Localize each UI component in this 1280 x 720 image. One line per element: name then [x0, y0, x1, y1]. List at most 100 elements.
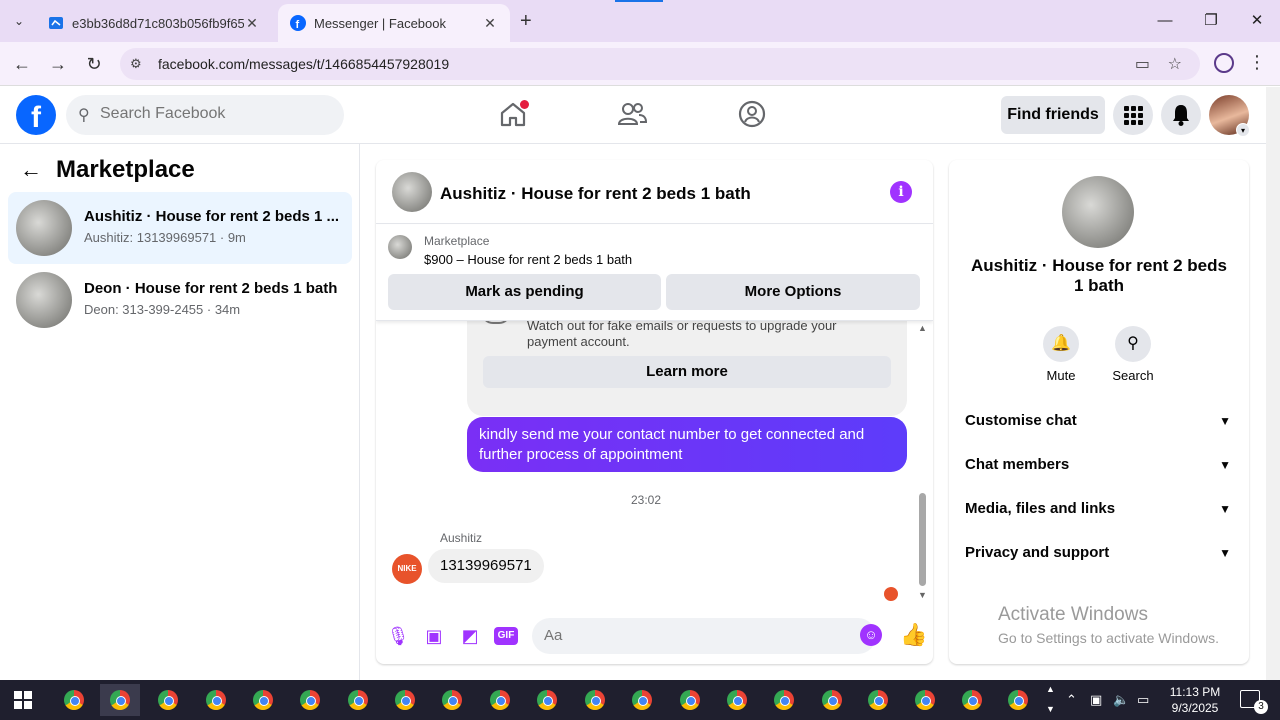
bookmark-star-icon[interactable]: ☆: [1168, 54, 1182, 74]
windows-start-icon[interactable]: [14, 691, 32, 709]
scroll-down-arrow-icon[interactable]: ▼: [918, 590, 927, 600]
chrome-taskbar-icon[interactable]: [622, 684, 662, 716]
chrome-taskbar-icon[interactable]: [670, 684, 710, 716]
scroll-up-arrow-icon[interactable]: ▲: [918, 323, 927, 333]
thumbs-up-icon[interactable]: 👍: [900, 622, 927, 648]
search-input[interactable]: [100, 105, 330, 123]
windows-taskbar: ▲ ▼ ⌃ ▣ 🔈 ▭ 11:13 PM 9/3/2025 3: [0, 680, 1280, 720]
bell-icon: 🔔: [1043, 326, 1079, 362]
chrome-taskbar-icon[interactable]: [100, 684, 140, 716]
home-notification-dot: [520, 100, 529, 109]
more-options-button[interactable]: More Options: [666, 274, 920, 310]
groups-icon[interactable]: [737, 99, 767, 129]
network-icon[interactable]: ▣: [1090, 692, 1102, 708]
emoji-icon[interactable]: ☺: [860, 624, 882, 646]
chrome-taskbar-icon[interactable]: [385, 684, 425, 716]
close-tab-icon[interactable]: ✕: [482, 15, 498, 32]
chrome-taskbar-icon[interactable]: [54, 684, 94, 716]
minimize-icon[interactable]: —: [1152, 8, 1178, 34]
chrome-taskbar-icon[interactable]: [717, 684, 757, 716]
forward-arrow-icon[interactable]: →: [46, 52, 70, 76]
chrome-taskbar-icon[interactable]: [905, 684, 945, 716]
chrome-taskbar-icon[interactable]: [432, 684, 472, 716]
panel-header: ← Marketplace: [20, 156, 195, 184]
media-files-links-section[interactable]: Media, files and links ▼: [965, 495, 1233, 523]
watermark-subtitle: Go to Settings to activate Windows.: [998, 630, 1219, 646]
chrome-taskbar-icon[interactable]: [812, 684, 852, 716]
gif-icon[interactable]: GIF: [494, 627, 518, 645]
microphone-icon[interactable]: 🎙: [386, 624, 410, 648]
facebook-logo[interactable]: f: [16, 95, 56, 135]
chevron-down-icon[interactable]: ▾: [1236, 123, 1250, 137]
new-tab-plus-icon[interactable]: +: [520, 10, 532, 33]
show-hidden-icons-icon[interactable]: ⌃: [1066, 692, 1077, 708]
chat-title[interactable]: Aushitiz · House for rent 2 beds 1 bath: [440, 184, 751, 204]
conversation-name: Deon · House for rent 2 beds 1 bath: [84, 280, 338, 297]
volume-icon[interactable]: 🔈: [1113, 692, 1129, 708]
browser-tab-2[interactable]: f Messenger | Facebook ✕: [278, 4, 510, 42]
browser-tab-1[interactable]: e3bb36d8d71c803b056fb9f656 ✕: [36, 4, 272, 42]
restore-icon[interactable]: ❐: [1198, 8, 1224, 34]
clock-date: 9/3/2025: [1171, 701, 1219, 715]
chrome-taskbar-icon[interactable]: [998, 684, 1038, 716]
browser-toolbar: ← → ↻ ⚙ facebook.com/messages/t/14668544…: [0, 42, 1280, 86]
install-app-icon[interactable]: ▭: [1135, 54, 1150, 74]
taskbar-clock[interactable]: 11:13 PM 9/3/2025: [1160, 684, 1230, 716]
section-label: Customise chat: [965, 412, 1077, 429]
chat-members-section[interactable]: Chat members ▼: [965, 451, 1233, 479]
browser-profile-icon[interactable]: [1214, 53, 1234, 73]
mute-action[interactable]: 🔔 Mute: [1031, 326, 1091, 383]
received-message-bubble[interactable]: 13139969571: [428, 549, 544, 583]
chrome-taskbar-icon[interactable]: [196, 684, 236, 716]
notifications-bell-icon[interactable]: [1161, 95, 1201, 135]
conversation-thumbnail: [16, 272, 72, 328]
learn-more-button[interactable]: Learn more: [483, 356, 891, 388]
sticker-icon[interactable]: ◩: [458, 624, 482, 648]
privacy-support-section[interactable]: Privacy and support ▼: [965, 539, 1233, 567]
friends-icon[interactable]: [617, 99, 647, 129]
conversation-item[interactable]: Aushitiz · House for rent 2 beds 1 ... A…: [8, 192, 352, 264]
facebook-search[interactable]: ⚲: [66, 95, 344, 135]
chrome-taskbar-icon[interactable]: [527, 684, 567, 716]
message-input-box[interactable]: [532, 618, 876, 654]
address-bar[interactable]: ⚙ facebook.com/messages/t/14668544579280…: [120, 48, 1200, 80]
section-label: Privacy and support: [965, 544, 1110, 561]
tab-search-chevron-icon[interactable]: ⌄: [8, 10, 30, 32]
chrome-taskbar-icon[interactable]: [952, 684, 992, 716]
chat-avatar[interactable]: [392, 172, 432, 212]
chat-scrollbar-thumb[interactable]: [919, 493, 926, 586]
sender-avatar[interactable]: NIKE: [392, 554, 422, 584]
mark-as-pending-button[interactable]: Mark as pending: [388, 274, 661, 310]
chrome-taskbar-icon[interactable]: [243, 684, 283, 716]
conversation-name: Aushitiz · House for rent 2 beds 1 ...: [84, 208, 340, 225]
display-icon[interactable]: ▭: [1137, 692, 1149, 708]
sent-message-bubble[interactable]: kindly send me your contact number to ge…: [467, 417, 907, 472]
back-arrow-icon[interactable]: ←: [20, 157, 42, 183]
window-close-icon[interactable]: ✕: [1244, 8, 1270, 34]
search-action[interactable]: ⚲ Search: [1103, 326, 1163, 383]
chrome-taskbar-icon[interactable]: [480, 684, 520, 716]
close-tab-icon[interactable]: ✕: [244, 15, 260, 32]
find-friends-button[interactable]: Find friends: [1001, 96, 1105, 134]
chrome-taskbar-icon[interactable]: [148, 684, 188, 716]
menu-grid-icon[interactable]: [1113, 95, 1153, 135]
photo-icon[interactable]: ▣: [422, 624, 446, 648]
chrome-taskbar-icon[interactable]: [338, 684, 378, 716]
back-arrow-icon[interactable]: ←: [10, 52, 34, 76]
chrome-taskbar-icon[interactable]: [290, 684, 330, 716]
chrome-taskbar-icon[interactable]: [575, 684, 615, 716]
reload-icon[interactable]: ↻: [82, 52, 106, 76]
message-input[interactable]: [544, 627, 814, 644]
page-scrollbar[interactable]: [1266, 87, 1280, 680]
customise-chat-section[interactable]: Customise chat ▼: [965, 407, 1233, 435]
info-icon[interactable]: i: [890, 181, 912, 203]
scroll-up-arrow-icon[interactable]: ▲: [1046, 684, 1055, 694]
chrome-taskbar-icon[interactable]: [858, 684, 898, 716]
listing-price[interactable]: $900 – House for rent 2 beds 1 bath: [424, 252, 632, 267]
conversation-item[interactable]: Deon · House for rent 2 beds 1 bath Deon…: [8, 264, 352, 336]
chrome-taskbar-icon[interactable]: [764, 684, 804, 716]
browser-menu-icon[interactable]: ⋮: [1248, 52, 1266, 73]
panel-title: Marketplace: [56, 156, 195, 183]
scroll-down-arrow-icon[interactable]: ▼: [1046, 704, 1055, 714]
site-settings-icon[interactable]: ⚙: [130, 56, 142, 72]
